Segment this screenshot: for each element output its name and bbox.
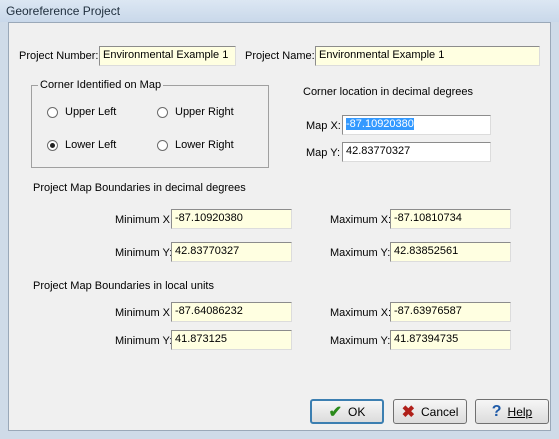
radio-lower-right[interactable]: Lower Right <box>157 139 234 151</box>
map-x-label: Map X: <box>306 120 341 132</box>
decimal-max-y-label: Maximum Y: <box>330 247 391 259</box>
decimal-bounds-header: Project Map Boundaries in decimal degree… <box>33 182 246 194</box>
ok-button-label: OK <box>348 404 366 419</box>
local-min-y-field[interactable]: 41.873125 <box>171 330 292 350</box>
radio-upper-left-label: Upper Left <box>65 106 117 118</box>
ok-button[interactable]: ✔ OK <box>310 399 384 424</box>
radio-lower-right-label: Lower Right <box>175 139 234 151</box>
radio-button-icon[interactable] <box>47 106 58 118</box>
project-number-label: Project Number: <box>19 50 99 62</box>
radio-button-selected-icon[interactable] <box>47 139 58 151</box>
decimal-min-y-field[interactable]: 42.83770327 <box>171 242 292 262</box>
local-min-x-field[interactable]: -87.64086232 <box>171 302 292 322</box>
decimal-max-x-field[interactable]: -87.10810734 <box>390 209 511 229</box>
local-bounds-header: Project Map Boundaries in local units <box>33 280 214 292</box>
radio-button-icon[interactable] <box>157 139 168 151</box>
corner-group-label: Corner Identified on Map <box>38 79 164 91</box>
decimal-min-x-field[interactable]: -87.10920380 <box>171 209 292 229</box>
map-x-value: -87.10920380 <box>346 118 414 130</box>
cross-icon: ✖ <box>401 403 416 421</box>
project-name-field[interactable]: Environmental Example 1 <box>315 46 540 66</box>
help-button[interactable]: ? Help <box>475 399 549 424</box>
question-mark-icon: ? <box>491 402 502 420</box>
corner-location-label: Corner location in decimal degrees <box>303 86 473 98</box>
radio-upper-right[interactable]: Upper Right <box>157 106 234 118</box>
local-max-y-label: Maximum Y: <box>330 335 391 347</box>
local-max-x-field[interactable]: -87.63976587 <box>390 302 511 322</box>
map-x-field[interactable]: -87.10920380 <box>342 115 491 135</box>
checkmark-icon: ✔ <box>328 403 343 421</box>
local-max-x-label: Maximum X: <box>330 307 392 319</box>
decimal-max-x-label: Maximum X: <box>330 214 392 226</box>
radio-lower-left[interactable]: Lower Left <box>47 139 116 151</box>
decimal-max-y-field[interactable]: 42.83852561 <box>390 242 511 262</box>
radio-upper-right-label: Upper Right <box>175 106 234 118</box>
decimal-min-x-label: Minimum X: <box>115 214 174 226</box>
local-min-x-label: Minimum X: <box>115 307 174 319</box>
radio-button-icon[interactable] <box>157 106 168 118</box>
decimal-min-y-label: Minimum Y: <box>115 247 173 259</box>
local-min-y-label: Minimum Y: <box>115 335 173 347</box>
radio-lower-left-label: Lower Left <box>65 139 117 151</box>
help-button-label: Help <box>507 404 533 419</box>
local-max-y-field[interactable]: 41.87394735 <box>390 330 511 350</box>
cancel-button[interactable]: ✖ Cancel <box>393 399 467 424</box>
dialog-body: Project Number: Environmental Example 1 … <box>8 22 551 431</box>
map-y-field[interactable]: 42.83770327 <box>342 142 491 162</box>
map-y-label: Map Y: <box>306 147 341 159</box>
project-name-label: Project Name: <box>245 50 315 62</box>
project-number-field[interactable]: Environmental Example 1 <box>99 46 236 66</box>
title-bar[interactable]: Georeference Project <box>0 0 559 22</box>
radio-upper-left[interactable]: Upper Left <box>47 106 116 118</box>
window-title: Georeference Project <box>6 4 121 18</box>
cancel-button-label: Cancel <box>421 404 459 419</box>
corner-group: Corner Identified on Map <box>31 79 269 168</box>
